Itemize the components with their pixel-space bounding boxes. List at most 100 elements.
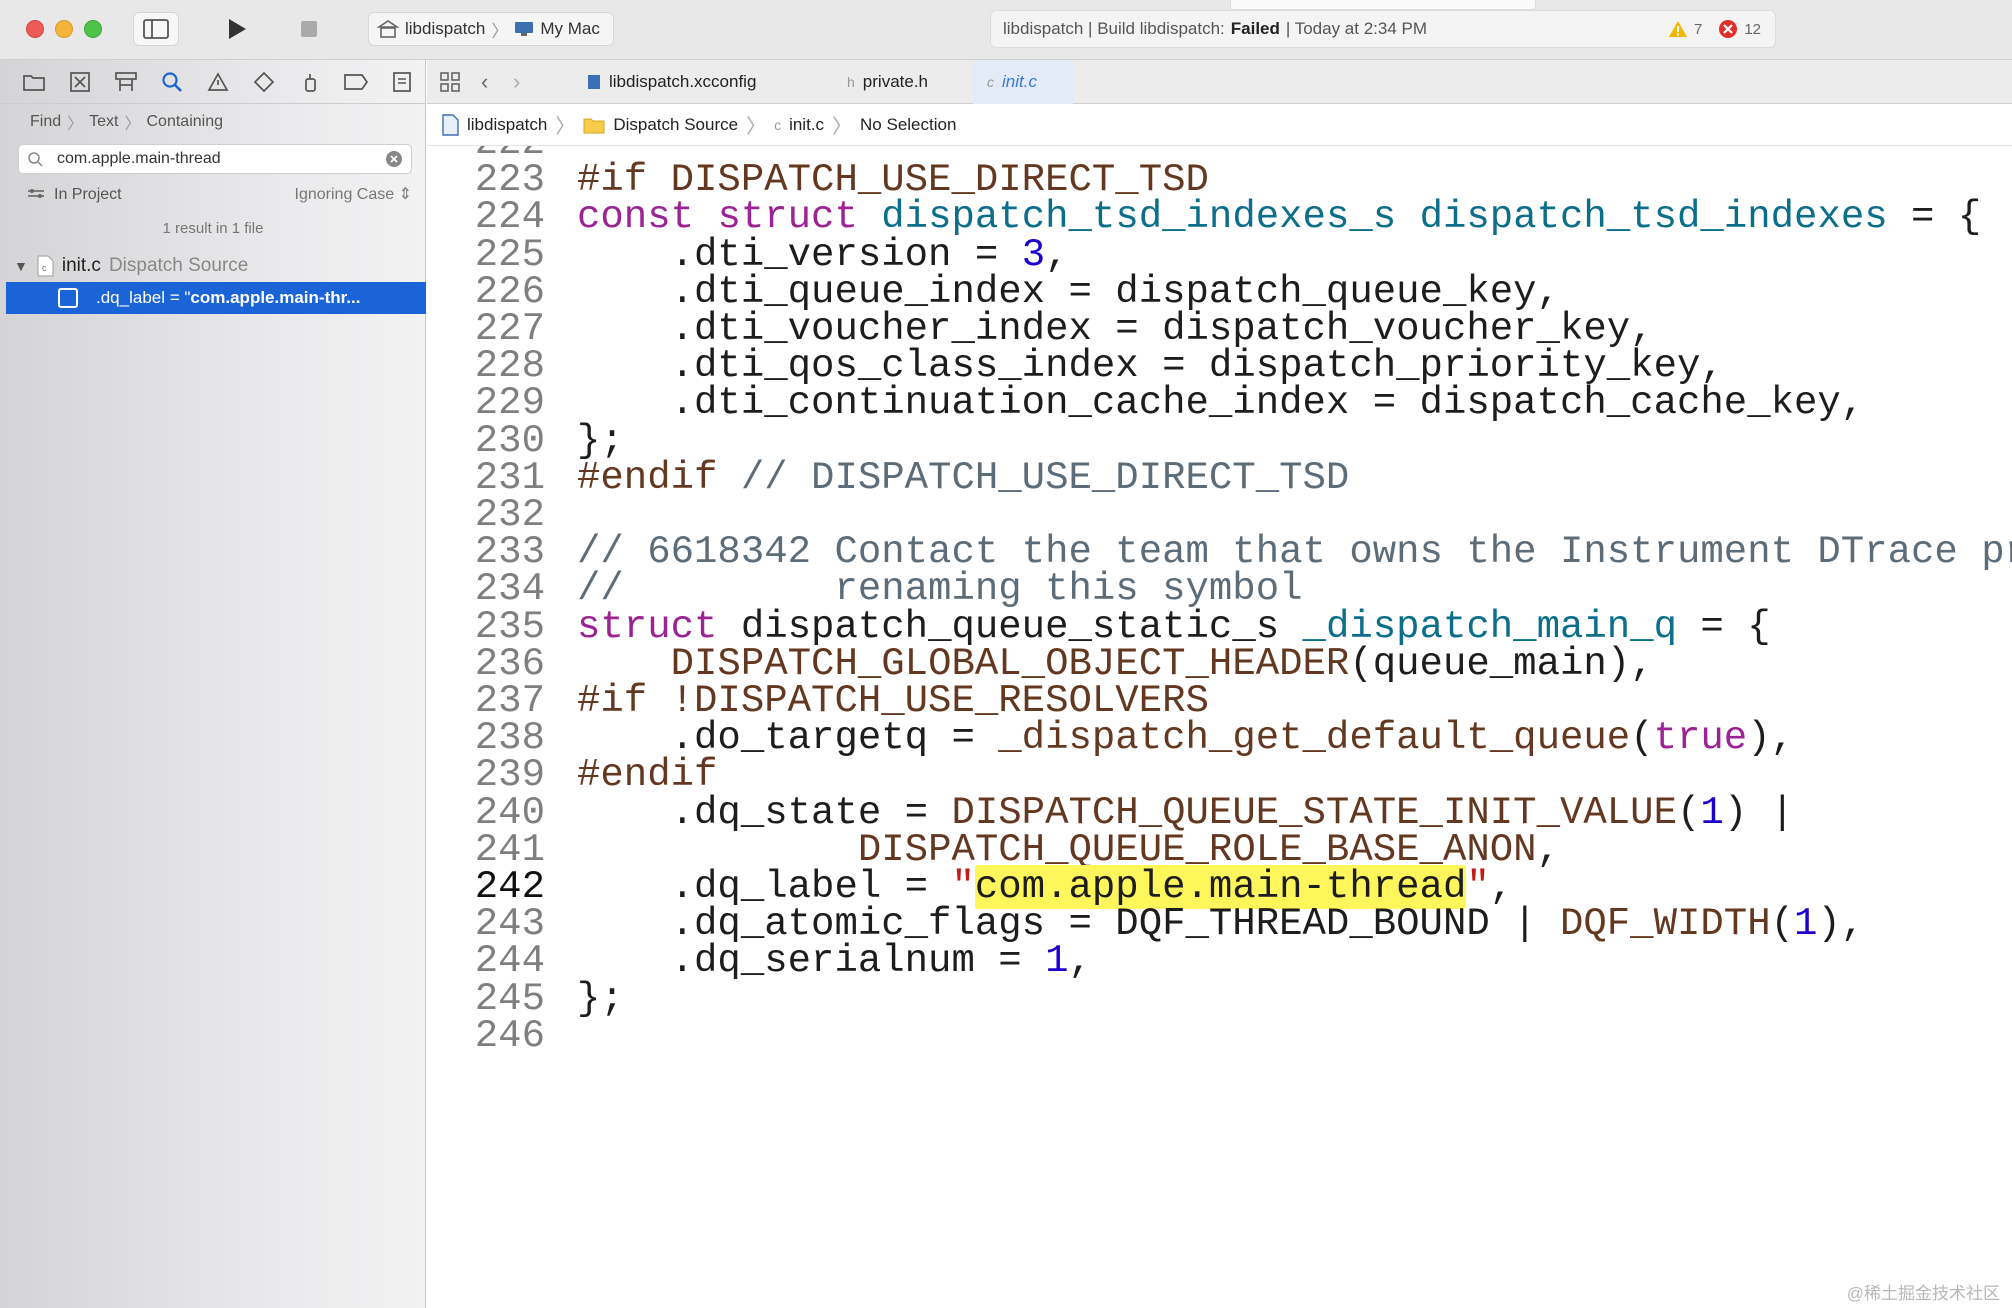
result-file-group: Dispatch Source [108, 255, 249, 276]
activity-time: | Today at 2:34 PM [1285, 19, 1428, 38]
warning-icon[interactable] [1668, 20, 1688, 38]
report-icon [393, 71, 411, 92]
jump-group[interactable]: Dispatch Source [613, 115, 738, 135]
watermark: @稀土掘金技术社区 [1846, 1284, 2000, 1303]
source-editor[interactable]: 222223#if DISPATCH_USE_DIRECT_TSD224cons… [427, 146, 2012, 1308]
search-icon [162, 71, 182, 92]
find-mode-path[interactable]: Find 〉 Text 〉 Containing [0, 104, 426, 140]
c-file-icon: c [987, 74, 994, 90]
tab-init-c[interactable]: c init.c [973, 60, 1073, 104]
folder-icon [23, 74, 45, 91]
navigator-selector-bar [0, 60, 426, 104]
sidebar-icon [143, 19, 169, 39]
find-navigator-tab[interactable] [156, 67, 188, 97]
search-icon [28, 152, 43, 167]
breakpoint-navigator-tab[interactable] [340, 67, 372, 97]
xcode-window: libdispatch 〉 My Mac libdispatch | Build… [0, 0, 2012, 1308]
svg-text:c: c [42, 263, 47, 273]
symbol-navigator-tab[interactable] [110, 67, 142, 97]
warning-count: 7 [1693, 20, 1703, 38]
toolbar: libdispatch 〉 My Mac libdispatch | Build… [0, 0, 2012, 60]
toggle-navigator-button[interactable] [133, 12, 179, 46]
code-line[interactable]: 246 [427, 1013, 2012, 1059]
error-icon[interactable] [1718, 19, 1738, 39]
updown-chevron-icon: ⇕ [398, 186, 412, 203]
play-icon [229, 19, 246, 39]
breakpoint-icon [344, 73, 369, 90]
chevron-left-icon: ‹ [481, 69, 489, 94]
report-navigator-tab[interactable] [386, 67, 418, 97]
tab-label: init.c [1002, 72, 1037, 91]
spray-can-icon [305, 73, 316, 92]
zoom-window-button[interactable] [84, 20, 102, 38]
folder-icon [583, 118, 605, 133]
diamond-icon [253, 71, 275, 92]
disclosure-triangle-icon[interactable]: ▼ [14, 258, 28, 274]
clear-search-icon[interactable] [385, 150, 403, 168]
activity-prefix: libdispatch | Build libdispatch: [1003, 19, 1225, 38]
build-status: Failed [1230, 19, 1280, 38]
find-mode-text[interactable]: Text [89, 113, 118, 131]
source-control-icon [70, 71, 90, 92]
chevron-right-icon: 〉 [555, 116, 576, 138]
case-mode-label: Ignoring Case [294, 186, 395, 203]
issue-navigator-tab[interactable] [202, 67, 234, 97]
find-scope-row: In Project Ignoring Case ⇕ [0, 180, 426, 210]
scope-icon [28, 189, 44, 198]
project-navigator-tab[interactable] [18, 67, 50, 97]
chevron-right-icon: 〉 [746, 116, 767, 138]
scheme-destination-label: My Mac [540, 19, 600, 38]
tab-label: libdispatch.xcconfig [609, 72, 757, 91]
project-file-icon [442, 113, 459, 136]
search-query-text[interactable]: com.apple.main-thread [57, 150, 221, 168]
find-search-field[interactable]: com.apple.main-thread [18, 144, 412, 174]
editor-tab-bar: ‹ › libdispatch.xcconfig h private.h c i… [427, 60, 2012, 104]
find-mode-find[interactable]: Find [30, 113, 61, 131]
chevron-right-icon: › [513, 69, 521, 94]
match-result-row[interactable]: .dq_label = " com.apple.main-thr... [6, 282, 426, 314]
chevron-right-icon: 〉 [124, 116, 141, 133]
file-result-row[interactable]: ▼ c init.c Dispatch Source [0, 250, 426, 282]
error-count: 12 [1744, 20, 1761, 38]
chevron-right-icon: 〉 [491, 21, 509, 41]
xcconfig-file-icon [588, 75, 600, 89]
source-control-navigator-tab[interactable] [64, 67, 96, 97]
text-match-icon [58, 288, 78, 308]
find-mode-containing[interactable]: Containing [147, 113, 224, 131]
project-icon [377, 20, 399, 38]
editor-grid-button[interactable] [439, 60, 461, 104]
stop-button[interactable] [286, 12, 332, 46]
jump-project[interactable]: libdispatch [467, 115, 547, 135]
tab-private-h[interactable]: h private.h [847, 60, 957, 104]
match-prefix: .dq_label = " [96, 288, 191, 307]
header-file-icon: h [847, 74, 855, 90]
grid-icon [440, 72, 460, 92]
jump-bar: libdispatch 〉 Dispatch Source 〉 c init.c… [427, 104, 2012, 146]
hierarchy-icon [115, 71, 137, 91]
minimize-window-button[interactable] [55, 20, 73, 38]
jump-symbol[interactable]: No Selection [860, 115, 956, 135]
jump-file[interactable]: init.c [789, 115, 824, 135]
mac-icon [515, 22, 534, 36]
stop-icon [301, 21, 317, 37]
debug-navigator-tab[interactable] [294, 67, 326, 97]
case-sensitivity-popup[interactable]: Ignoring Case ⇕ [295, 184, 412, 204]
c-file-icon: c [37, 255, 54, 277]
c-file-icon: c [774, 116, 782, 133]
result-summary: 1 result in 1 file [162, 220, 264, 237]
go-back-button[interactable]: ‹ [481, 60, 488, 104]
line-number[interactable]: 246 [427, 1013, 545, 1059]
build-progress-tab [1230, 0, 1536, 10]
go-forward-button[interactable]: › [513, 60, 520, 104]
activity-viewer[interactable]: libdispatch | Build libdispatch: Failed … [990, 10, 1776, 48]
find-scope-button[interactable]: In Project [54, 186, 122, 204]
match-highlight: com.apple.main-thr... [190, 288, 361, 307]
test-navigator-tab[interactable] [248, 67, 280, 97]
warning-outline-icon [207, 71, 229, 91]
tab-label: private.h [862, 72, 928, 91]
close-window-button[interactable] [26, 20, 44, 38]
tab-libdispatch-xcconfig[interactable]: libdispatch.xcconfig [587, 60, 787, 104]
find-navigator: Find 〉 Text 〉 Containing com.apple.main-… [0, 60, 426, 1308]
scheme-selector[interactable]: libdispatch 〉 My Mac [368, 12, 614, 46]
run-button[interactable] [214, 12, 260, 46]
